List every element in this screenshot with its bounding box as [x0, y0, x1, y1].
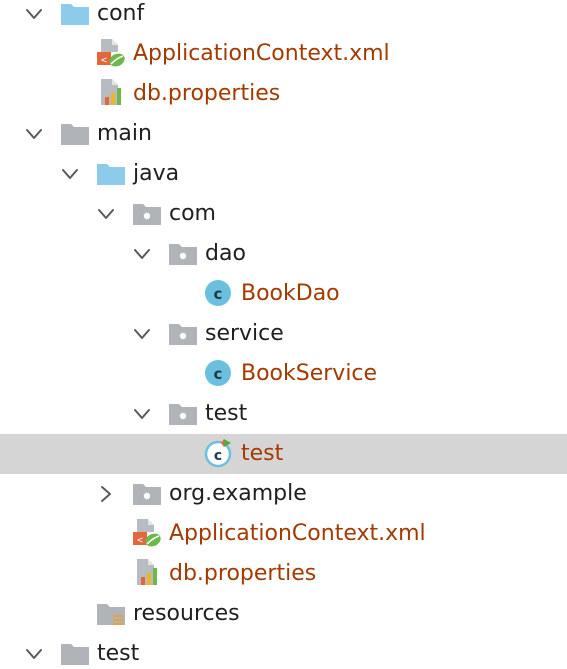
svg-text:c: c [214, 365, 223, 383]
folder-blue-icon [60, 1, 90, 27]
tree-item-label: BookDao [241, 281, 340, 306]
tree-item-label: db.properties [169, 561, 317, 586]
tree-row[interactable]: db.properties [0, 74, 567, 114]
tree-item-label: test [97, 641, 140, 666]
tree-row[interactable]: test [0, 634, 567, 669]
folder-gray-icon [60, 121, 90, 147]
package-icon [132, 201, 162, 227]
tree-item-label: org.example [169, 481, 307, 506]
tree-row[interactable]: main [0, 114, 567, 154]
spring-xml-file-icon: < [132, 519, 162, 547]
tree-row[interactable]: org.example [0, 474, 567, 514]
spring-xml-file-icon: < [96, 39, 126, 67]
tree-item-label: main [97, 121, 152, 146]
java-runnable-class-icon: c [204, 439, 234, 468]
chevron-down-icon[interactable] [60, 164, 80, 184]
chevron-right-icon[interactable] [96, 484, 116, 504]
package-icon [168, 241, 198, 267]
tree-row[interactable]: com [0, 194, 567, 234]
java-class-icon: c [204, 280, 234, 307]
properties-file-icon [132, 559, 162, 587]
resources-folder-icon [96, 601, 126, 627]
properties-file-icon [96, 79, 126, 107]
tree-row[interactable]: db.properties [0, 554, 567, 594]
chevron-down-icon[interactable] [96, 204, 116, 224]
tree-row[interactable]: c BookDao [0, 274, 567, 314]
tree-item-label: com [169, 201, 216, 226]
chevron-down-icon[interactable] [24, 4, 44, 24]
svg-text:<: < [101, 55, 107, 66]
tree-item-label: java [133, 161, 180, 186]
tree-item-label: test [241, 441, 284, 466]
chevron-down-icon[interactable] [132, 244, 152, 264]
tree-row[interactable]: c test [0, 434, 567, 474]
tree-item-label: resources [133, 601, 240, 626]
folder-blue-icon [96, 161, 126, 187]
tree-row[interactable]: java [0, 154, 567, 194]
tree-row[interactable]: < ApplicationContext.xml [0, 514, 567, 554]
tree-item-label: db.properties [133, 81, 281, 106]
tree-row[interactable]: test [0, 394, 567, 434]
tree-row[interactable]: resources [0, 594, 567, 634]
chevron-down-icon[interactable] [24, 124, 44, 144]
package-icon [168, 321, 198, 347]
tree-row[interactable]: < ApplicationContext.xml [0, 34, 567, 74]
package-icon [168, 401, 198, 427]
tree-item-label: test [205, 401, 248, 426]
chevron-down-icon[interactable] [132, 404, 152, 424]
tree-item-label: conf [97, 1, 145, 26]
tree-row[interactable]: service [0, 314, 567, 354]
tree-item-label: dao [205, 241, 246, 266]
folder-gray-icon [60, 641, 90, 667]
tree-item-label: ApplicationContext.xml [169, 521, 426, 546]
chevron-down-icon[interactable] [132, 324, 152, 344]
svg-text:c: c [214, 448, 222, 464]
tree-item-label: service [205, 321, 284, 346]
svg-text:c: c [214, 285, 223, 303]
package-icon [132, 481, 162, 507]
tree-item-label: BookService [241, 361, 378, 386]
tree-row[interactable]: c BookService [0, 354, 567, 394]
tree-row[interactable]: conf [0, 0, 567, 34]
tree-item-label: ApplicationContext.xml [133, 41, 390, 66]
chevron-down-icon[interactable] [24, 644, 44, 664]
svg-text:<: < [137, 535, 143, 546]
tree-row[interactable]: dao [0, 234, 567, 274]
java-class-icon: c [204, 360, 234, 387]
